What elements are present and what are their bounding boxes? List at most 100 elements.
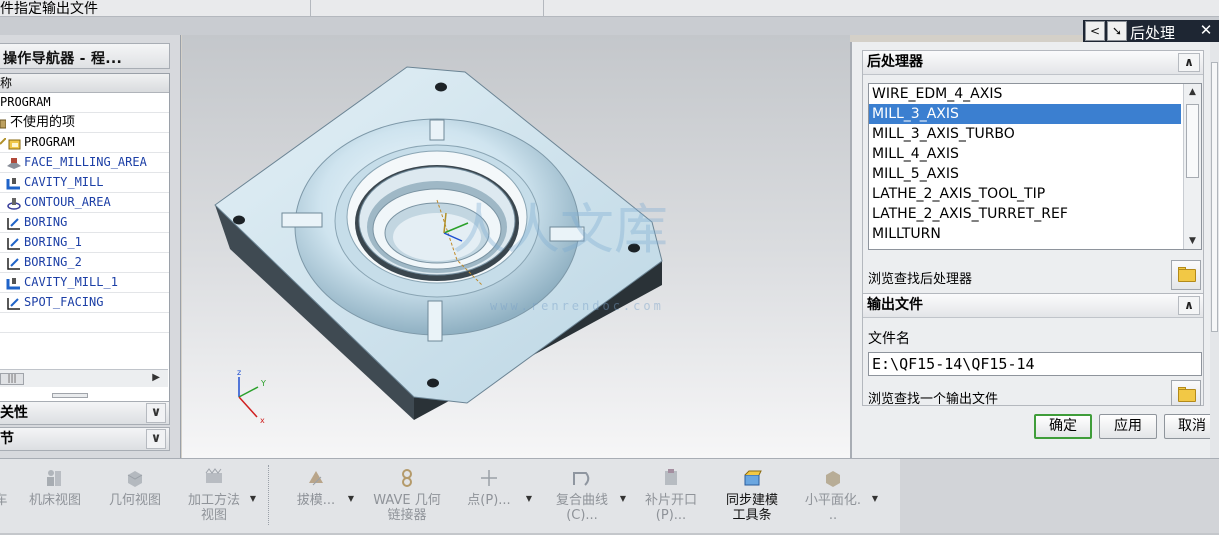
plus-icon: [481, 470, 497, 486]
machine-view-icon: [47, 470, 61, 486]
face-mill-icon: [6, 157, 21, 169]
tree-row-contour-area[interactable]: CONTOUR_AREA: [0, 193, 169, 213]
browse-output-button[interactable]: [1171, 380, 1201, 406]
tree-row-program[interactable]: PROGRAM: [0, 133, 169, 153]
title-strip: 件指定输出文件: [0, 0, 1219, 17]
scroll-right-icon[interactable]: ▶: [152, 372, 160, 383]
patch-opening-icon: [665, 469, 677, 485]
column-header-name[interactable]: 称: [0, 74, 169, 93]
postprocessor-group-header[interactable]: 后处理器 ∧: [863, 51, 1203, 75]
list-item[interactable]: WIRE_EDM_4_AXIS: [869, 84, 1181, 104]
back-arrow-icon[interactable]: <: [1085, 21, 1105, 41]
list-item[interactable]: MILL_3_AXIS_TURBO: [869, 124, 1181, 144]
wave-geometry-linker-button[interactable]: WAVE 几何 链接器: [370, 461, 444, 531]
geometry-view-icon: [127, 471, 143, 487]
navigator-header[interactable]: 操作导航器 - 程...: [0, 43, 170, 69]
composite-curve-icon: [573, 472, 590, 486]
scrollbar-thumb[interactable]: |||: [0, 373, 24, 385]
postprocess-titlebar: < ➘ 后处理 ✕: [1083, 20, 1219, 42]
list-scrollbar[interactable]: ▲ ▼: [1183, 84, 1201, 249]
watermark-text: 人人文库: [452, 198, 668, 261]
dropdown-arrow-icon[interactable]: ▼: [620, 491, 626, 506]
tree-row-program-root[interactable]: PROGRAM: [0, 93, 169, 113]
facet-button[interactable]: 小平面化. .. ▼: [796, 461, 878, 531]
scrollbar-thumb[interactable]: [1211, 62, 1218, 332]
tree-row-boring[interactable]: BORING: [0, 213, 169, 233]
machine-view-button[interactable]: 机床视图: [22, 461, 88, 531]
unused-items-icon: [0, 117, 7, 129]
chevron-down-icon[interactable]: ∨: [146, 403, 166, 423]
point-button[interactable]: 点(P)... ▼: [454, 461, 532, 531]
synchronous-modeling-icon: [744, 470, 762, 486]
tree-row-boring-2[interactable]: BORING_2: [0, 253, 169, 273]
ok-button[interactable]: 确定: [1034, 414, 1092, 439]
draft-icon: [309, 471, 323, 486]
horizontal-scrollbar[interactable]: ||| ▶: [0, 369, 168, 387]
watermark-url: www.renrendoc.com: [490, 299, 664, 313]
dialog-scrollbar[interactable]: [1210, 42, 1219, 458]
tree-row-label: CONTOUR_AREA: [24, 195, 111, 209]
apply-button[interactable]: 应用: [1099, 414, 1157, 439]
collapse-icon[interactable]: ∧: [1178, 296, 1200, 315]
splitter-handle[interactable]: [52, 393, 88, 398]
dropdown-arrow-icon[interactable]: ▼: [348, 491, 354, 506]
section-details[interactable]: 节 ∨: [0, 427, 170, 451]
file-name-label: 文件名: [868, 331, 910, 347]
list-item-selected[interactable]: MILL_3_AXIS: [869, 104, 1181, 124]
patch-opening-button[interactable]: 补片开口 (P)...: [638, 461, 704, 531]
toolbar-area: 车 机床视图 几何视图 加工方法 视图 ▼ 拔模... ▼ WAVE 几何 链接…: [0, 459, 900, 533]
synchronous-modeling-toolbar-button[interactable]: 同步建模 工具条: [718, 461, 786, 531]
dropdown-arrow-icon[interactable]: ▼: [526, 491, 532, 506]
chevron-down-icon[interactable]: ∨: [146, 429, 166, 449]
dropdown-arrow-icon[interactable]: ▼: [250, 491, 256, 506]
tool-partial[interactable]: 车: [0, 461, 8, 531]
axis-label-z: z: [237, 368, 242, 377]
tree-row-spot-facing[interactable]: SPOT_FACING: [0, 293, 169, 313]
boring-icon: [6, 257, 20, 270]
scroll-up-icon[interactable]: ▲: [1184, 84, 1201, 100]
scroll-down-icon[interactable]: ▼: [1184, 233, 1201, 249]
output-file-group: 输出文件 ∧ 文件名 E:\QF15-14\QF15-14 浏览查找一个输出文件: [862, 293, 1204, 407]
composite-curve-button[interactable]: 复合曲线 (C)... ▼: [546, 461, 626, 531]
dropdown-arrow-icon[interactable]: ▼: [872, 491, 878, 506]
tree-row-label: PROGRAM: [24, 135, 75, 149]
tree-row-cavity-mill-1[interactable]: CAVITY_MILL_1: [0, 273, 169, 293]
list-item[interactable]: LATHE_2_AXIS_TURRET_REF: [869, 204, 1181, 224]
tree-row-cavity-mill[interactable]: CAVITY_MILL: [0, 173, 169, 193]
graphics-viewport[interactable]: z Y x 人人文库 www.renrendoc.com: [182, 35, 850, 458]
tree-row-label: PROGRAM: [0, 95, 51, 109]
method-view-button[interactable]: 加工方法 视图 ▼: [180, 461, 256, 531]
tree-row-boring-1[interactable]: BORING_1: [0, 233, 169, 253]
tree-row-label: CAVITY_MILL_1: [24, 275, 118, 289]
reset-arrow-icon[interactable]: ➘: [1107, 21, 1127, 41]
tree-row-label: BORING_2: [24, 255, 82, 269]
list-item[interactable]: LATHE_2_AXIS_TOOL_TIP: [869, 184, 1181, 204]
section-attributes[interactable]: 关性 ∨: [0, 401, 170, 425]
dialog-title: 后处理: [1130, 24, 1176, 42]
tree-row-label: SPOT_FACING: [24, 295, 104, 309]
tree-row-unused-items[interactable]: 不使用的项: [0, 113, 169, 133]
draft-button[interactable]: 拔模... ▼: [286, 461, 354, 531]
browse-postprocessor-button[interactable]: [1171, 260, 1201, 290]
browse-output-label: 浏览查找一个输出文件: [868, 392, 999, 407]
postprocessor-group: 后处理器 ∧ WIRE_EDM_4_AXIS MILL_3_AXIS MILL_…: [862, 50, 1204, 294]
postprocessor-list[interactable]: WIRE_EDM_4_AXIS MILL_3_AXIS MILL_3_AXIS_…: [868, 83, 1202, 250]
list-item[interactable]: MILLTURN: [869, 224, 1181, 244]
tree-row-face-milling-area[interactable]: FACE_MILLING_AREA: [0, 153, 169, 173]
browse-postprocessor-label: 浏览查找后处理器: [868, 272, 973, 287]
collapse-icon[interactable]: ∧: [1178, 53, 1200, 72]
file-name-input[interactable]: E:\QF15-14\QF15-14: [868, 352, 1202, 376]
list-item[interactable]: MILL_4_AXIS: [869, 144, 1181, 164]
cavity-mill-icon: [6, 277, 20, 290]
nx-main-window: 件指定输出文件 操作导航器 - 程... 称 PROGRAM 不使用的项 PRO…: [0, 0, 1219, 535]
postprocess-dialog: 后处理器 ∧ WIRE_EDM_4_AXIS MILL_3_AXIS MILL_…: [850, 42, 1219, 458]
tree-row-label: BORING: [24, 215, 68, 229]
geometry-view-button[interactable]: 几何视图: [102, 461, 168, 531]
contour-icon: [6, 197, 21, 210]
list-item[interactable]: MILL_5_AXIS: [869, 164, 1181, 184]
output-file-group-header[interactable]: 输出文件 ∧: [863, 294, 1203, 318]
close-icon[interactable]: ✕: [1196, 21, 1216, 41]
cavity-mill-icon: [6, 177, 20, 190]
scrollbar-thumb[interactable]: [1186, 104, 1199, 178]
window-title: 件指定输出文件: [0, 1, 98, 17]
